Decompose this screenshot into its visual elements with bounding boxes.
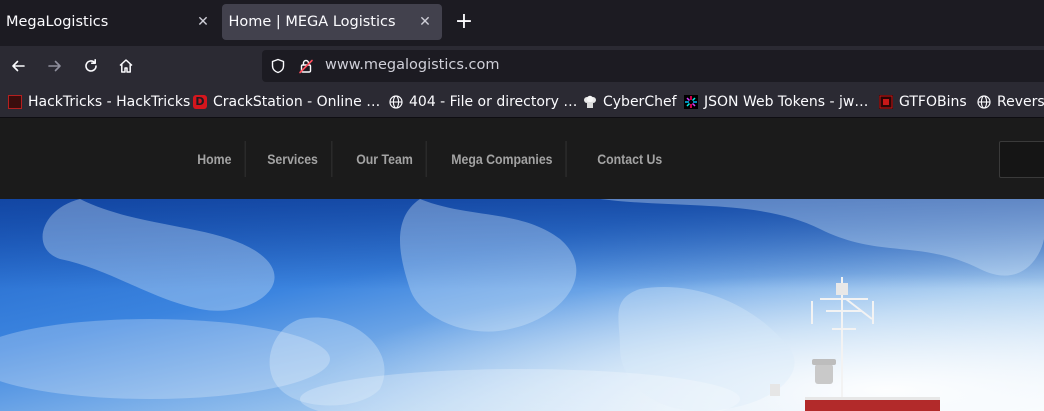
site-header: Home Services Our Team Mega Companies Co… bbox=[0, 118, 1044, 199]
bookmarks-toolbar: HackTricks - HackTricks D CrackStation -… bbox=[0, 86, 1044, 118]
tab-title: Home | MEGA Logistics bbox=[228, 14, 396, 30]
bookmark-label: 404 - File or directory … bbox=[409, 94, 578, 110]
reload-icon bbox=[85, 59, 97, 72]
globe-icon bbox=[977, 95, 991, 109]
bookmark-gtfobins[interactable]: GTFOBins bbox=[879, 92, 967, 112]
nav-services[interactable]: Services bbox=[254, 141, 332, 177]
forward-button[interactable] bbox=[43, 54, 67, 78]
tab-megalogistics[interactable]: MegaLogistics ✕ bbox=[0, 4, 220, 40]
close-tab-icon[interactable]: ✕ bbox=[416, 13, 434, 31]
site-main-nav: Home Services Our Team Mega Companies Co… bbox=[184, 141, 688, 177]
forward-arrow-icon bbox=[48, 60, 61, 72]
home-icon bbox=[119, 59, 133, 73]
new-tab-button[interactable]: + bbox=[452, 10, 476, 34]
tab-title: MegaLogistics bbox=[6, 14, 109, 30]
gtfobins-icon bbox=[879, 95, 893, 109]
home-button[interactable] bbox=[114, 54, 138, 78]
back-arrow-icon bbox=[12, 60, 25, 72]
bookmark-jwt[interactable]: JSON Web Tokens - jw… bbox=[684, 92, 868, 112]
bookmark-label: Revers bbox=[997, 94, 1044, 110]
bookmark-label: GTFOBins bbox=[899, 94, 967, 110]
crackstation-icon: D bbox=[193, 95, 207, 109]
site-search-input[interactable] bbox=[999, 141, 1044, 178]
jwt-icon bbox=[684, 95, 698, 109]
tab-home-mega-logistics[interactable]: Home | MEGA Logistics ✕ bbox=[222, 4, 442, 40]
reload-button[interactable] bbox=[79, 54, 103, 78]
bookmark-label: CyberChef bbox=[603, 94, 677, 110]
nav-home[interactable]: Home bbox=[184, 141, 246, 177]
nav-our-team[interactable]: Our Team bbox=[343, 141, 427, 177]
tab-strip: MegaLogistics ✕ Home | MEGA Logistics ✕ … bbox=[0, 0, 1044, 46]
close-tab-icon[interactable]: ✕ bbox=[194, 13, 212, 31]
bookmark-revers[interactable]: Revers bbox=[977, 92, 1044, 112]
bookmark-crackstation[interactable]: D CrackStation - Online … bbox=[193, 92, 380, 112]
back-button[interactable] bbox=[6, 54, 30, 78]
bookmark-cyberchef[interactable]: CyberChef bbox=[583, 92, 677, 112]
bookmark-label: CrackStation - Online … bbox=[213, 94, 381, 110]
nav-mega-companies[interactable]: Mega Companies bbox=[438, 141, 567, 177]
cyberchef-icon bbox=[584, 95, 596, 108]
tracking-protection-shield-icon[interactable] bbox=[270, 58, 286, 78]
hacktricks-icon bbox=[8, 95, 22, 109]
hero-world-map-ship-image bbox=[0, 199, 1044, 411]
bookmark-404[interactable]: 404 - File or directory … bbox=[389, 92, 577, 112]
nav-contact-us[interactable]: Contact Us bbox=[584, 141, 675, 177]
globe-icon bbox=[389, 95, 403, 109]
bookmark-label: HackTricks - HackTricks bbox=[28, 94, 191, 110]
insecure-lock-icon[interactable] bbox=[298, 58, 314, 78]
url-input[interactable] bbox=[325, 57, 925, 73]
navigation-toolbar bbox=[0, 46, 1044, 86]
hero-banner-image bbox=[0, 199, 1044, 411]
bookmark-hacktricks[interactable]: HackTricks - HackTricks bbox=[8, 92, 190, 112]
bookmark-label: JSON Web Tokens - jw… bbox=[704, 94, 869, 110]
url-bar[interactable] bbox=[262, 50, 1044, 82]
